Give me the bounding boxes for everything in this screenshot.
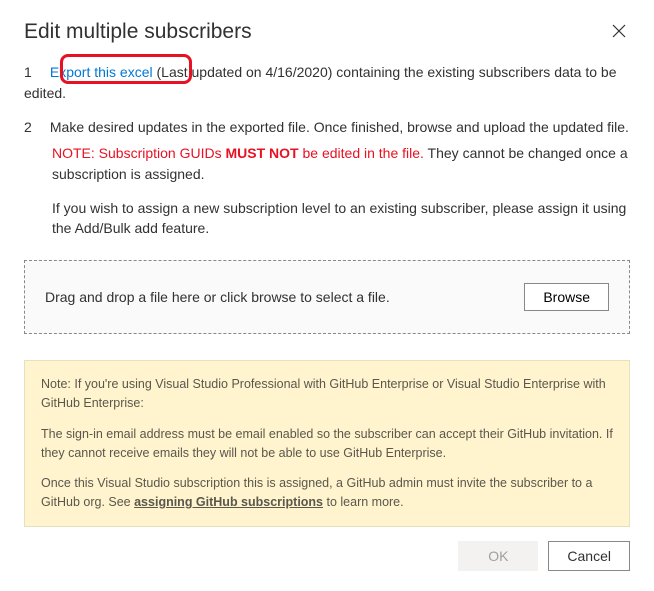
step-2-body: Make desired updates in the exported fil… <box>50 119 629 135</box>
assign-tip: If you wish to assign a new subscription… <box>24 198 630 239</box>
file-dropzone[interactable]: Drag and drop a file here or click brows… <box>24 260 630 334</box>
info-line-3: Once this Visual Studio subscription thi… <box>41 474 613 512</box>
step-2-number: 2 <box>24 117 46 137</box>
step-2: 2 Make desired updates in the exported f… <box>24 117 630 238</box>
close-button[interactable] <box>608 20 630 44</box>
info-line-1: Note: If you're using Visual Studio Prof… <box>41 375 613 413</box>
info-line-2: The sign-in email address must be email … <box>41 425 613 463</box>
step-1: 1 Export this excel (Last updated on 4/1… <box>24 62 630 103</box>
step-1-number: 1 <box>24 62 46 82</box>
assigning-github-subscriptions-link[interactable]: assigning GitHub subscriptions <box>134 495 323 509</box>
close-icon <box>612 26 626 41</box>
browse-button[interactable]: Browse <box>524 283 609 311</box>
step-2-note: NOTE: Subscription GUIDs MUST NOT be edi… <box>24 143 630 184</box>
dialog-title: Edit multiple subscribers <box>24 20 252 44</box>
info-line-3-after: to learn more. <box>323 495 404 509</box>
ok-button: OK <box>458 541 538 571</box>
note-suffix: be edited in the file. <box>299 145 424 161</box>
dialog-footer: OK Cancel <box>24 541 630 571</box>
note-bold: MUST NOT <box>226 145 299 161</box>
github-info-panel: Note: If you're using Visual Studio Prof… <box>24 360 630 527</box>
note-prefix: NOTE: Subscription GUIDs <box>52 145 226 161</box>
dropzone-text: Drag and drop a file here or click brows… <box>45 289 390 305</box>
export-excel-link[interactable]: Export this excel <box>50 64 153 80</box>
dialog-header: Edit multiple subscribers <box>24 20 630 44</box>
cancel-button[interactable]: Cancel <box>548 541 630 571</box>
edit-multiple-subscribers-dialog: Edit multiple subscribers 1 Export this … <box>0 0 654 591</box>
